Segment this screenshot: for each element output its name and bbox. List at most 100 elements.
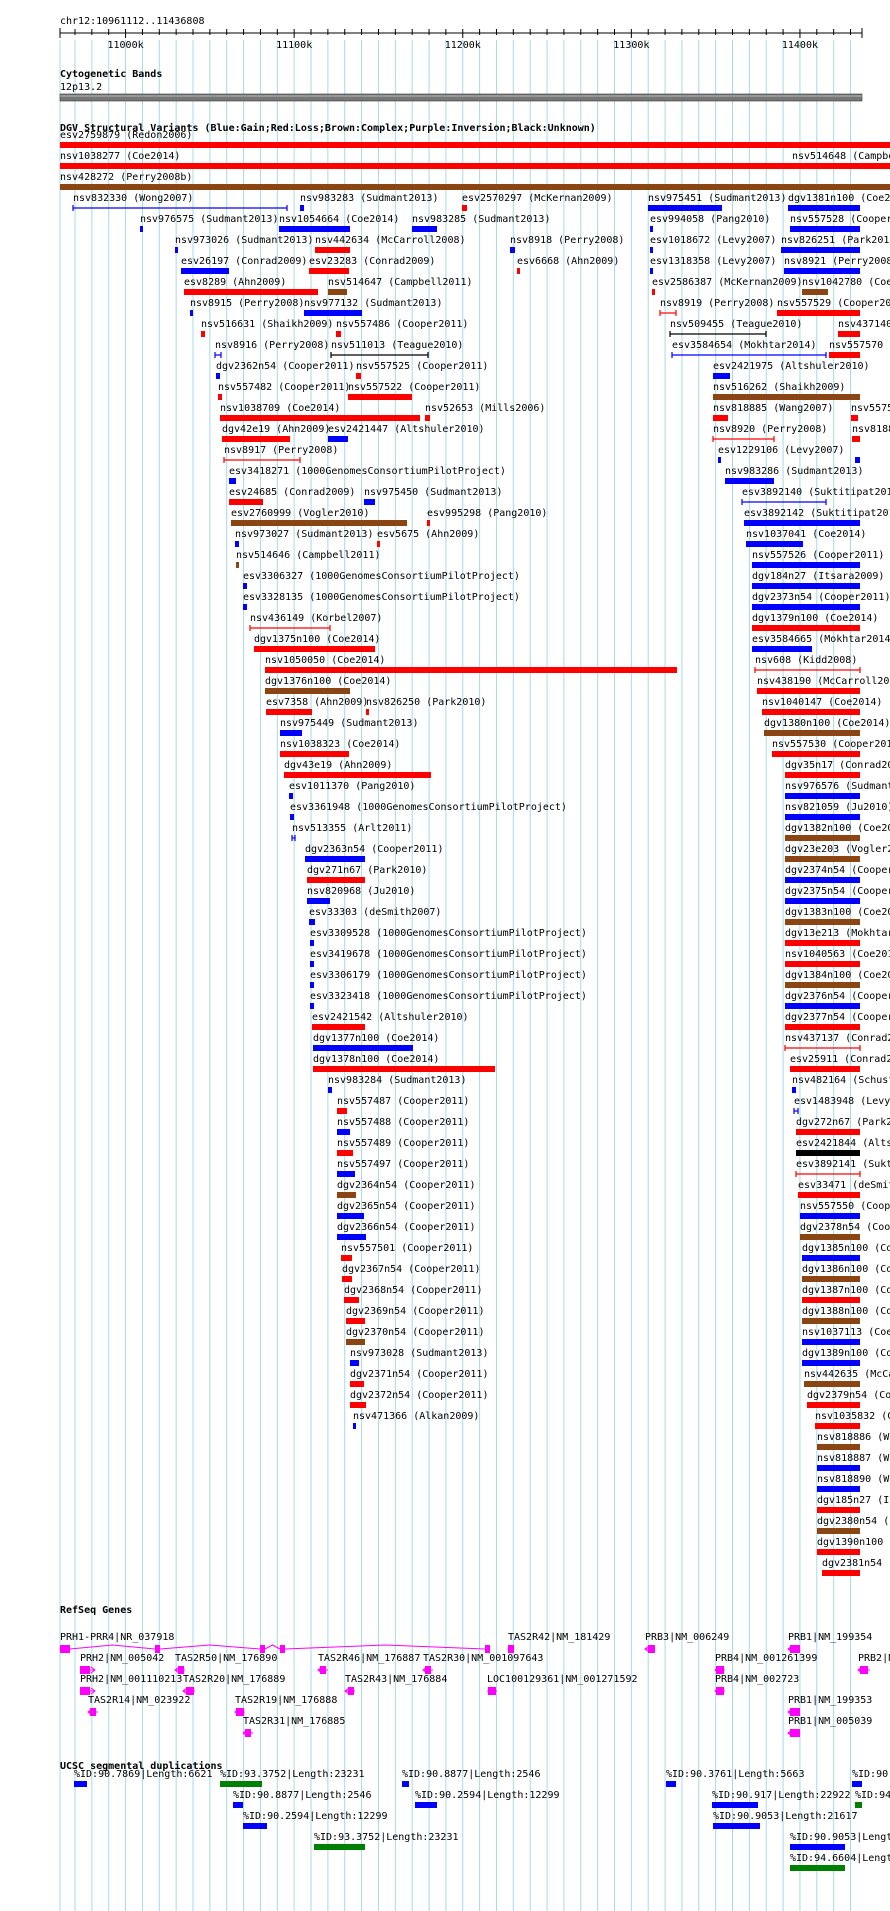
dgv-variant[interactable]: esv1318358 (Levy2007) [650, 256, 776, 274]
refseq-gene[interactable]: TAS2R43|NM_176884 [344, 1674, 447, 1695]
dgv-variant[interactable]: esv3892142 (Suktitipat2014) [744, 508, 890, 526]
refseq-gene[interactable]: TAS2R20|NM_176889 [182, 1674, 285, 1695]
dgv-variant[interactable]: nsv557550 (Cooper2011) [800, 1201, 890, 1219]
refseq-gene[interactable]: TAS2R14|NM_023922 [87, 1695, 190, 1716]
dgv-variant[interactable]: nsv557482 (Cooper2011) [218, 382, 350, 400]
dgv-variant[interactable]: esv3306327 (1000GenomesConsortiumPilotPr… [243, 571, 520, 589]
dgv-variant[interactable]: nsv471366 (Alkan2009) [353, 1411, 479, 1429]
dgv-variant[interactable]: nsv8917 (Perry2008) [223, 445, 338, 463]
dgv-variant[interactable]: nsv975451 (Sudmant2013) [648, 193, 786, 211]
dgv-variant[interactable]: esv23283 (Conrad2009) [309, 256, 435, 274]
dgv-variant[interactable]: nsv973028 (Sudmant2013) [350, 1348, 488, 1366]
dgv-variant[interactable]: nsv557489 (Cooper2011) [337, 1138, 469, 1156]
dgv-variant[interactable]: esv3892141 (Suktitipat2014) [795, 1159, 890, 1177]
refseq-gene[interactable]: TAS2R46|NM_176887 [317, 1653, 420, 1674]
segmental-duplication[interactable]: %ID:90.7869|Length:6621 [74, 1769, 212, 1787]
dgv-variant[interactable]: esv3892140 (Suktitipat2014) [741, 487, 890, 505]
segmental-duplication[interactable]: %ID:94.6604|Length:21617 [790, 1853, 890, 1871]
dgv-variant[interactable]: nsv8915 (Perry2008) [190, 298, 304, 316]
dgv-variant[interactable]: nsv608 (Kidd2008) [754, 655, 861, 673]
dgv-variant[interactable]: nsv482164 (Schuster2010) [792, 1075, 890, 1093]
dgv-variant[interactable]: dgv2378n54 (Cooper2011) [800, 1222, 890, 1240]
dgv-variant[interactable]: dgv1381n100 (Coe2014) [788, 193, 890, 211]
dgv-variant[interactable]: esv994058 (Pang2010) [650, 214, 770, 232]
dgv-variant[interactable]: nsv1054664 (Coe2014) [279, 214, 399, 232]
dgv-variant[interactable]: nsv1038323 (Coe2014) [280, 739, 400, 757]
dgv-variant[interactable]: esv3309528 (1000GenomesConsortiumPilotPr… [310, 928, 587, 946]
dgv-variant[interactable]: esv3361948 (1000GenomesConsortiumPilotPr… [290, 802, 567, 820]
dgv-variant[interactable]: nsv976575 (Sudmant2013) [140, 214, 278, 232]
dgv-variant[interactable]: nsv8916 (Perry2008) [214, 340, 329, 358]
dgv-variant[interactable]: nsv442634 (McCarroll2008) [315, 235, 466, 253]
dgv-variant[interactable]: nsv557525 (Cooper2011) [356, 361, 488, 379]
dgv-variant[interactable]: dgv2367n54 (Cooper2011) [342, 1264, 480, 1282]
dgv-variant[interactable]: nsv437137 (Conrad2006) [784, 1033, 890, 1051]
dgv-variant[interactable]: nsv1040147 (Coe2014) [762, 697, 882, 715]
dgv-variant[interactable]: dgv2364n54 (Cooper2011) [337, 1180, 475, 1198]
dgv-variant[interactable]: dgv13e213 (Mokhtar2014) [785, 928, 890, 946]
dgv-variant[interactable]: nsv1042780 (Coe2014) [802, 277, 890, 295]
dgv-variant[interactable]: dgv2379n54 (Cooper2011) [807, 1390, 890, 1408]
dgv-variant[interactable]: dgv272n67 (Park2010) [796, 1117, 890, 1135]
dgv-variant[interactable]: dgv2369n54 (Cooper2011) [346, 1306, 484, 1324]
dgv-variant[interactable]: nsv52653 (Mills2006) [425, 403, 545, 421]
dgv-variant[interactable]: nsv557528 (Cooper2011) [790, 214, 890, 232]
dgv-variant[interactable]: dgv2374n54 (Cooper2011) [785, 865, 890, 883]
dgv-variant[interactable]: nsv826250 (Park2010) [366, 697, 486, 715]
dgv-variant[interactable]: esv8289 (Ahn2009) [184, 277, 318, 295]
dgv-variant[interactable]: nsv428272 (Perry2008b) [60, 172, 890, 190]
dgv-variant[interactable]: nsv8919 (Perry2008) [659, 298, 774, 316]
dgv-variant[interactable]: esv2421844 (Altshuler2010) [796, 1138, 890, 1156]
dgv-variant[interactable]: nsv1038277 (Coe2014) [60, 151, 890, 169]
segmental-duplication[interactable]: %ID:90.8877|Length:2546 [402, 1769, 540, 1787]
dgv-variant[interactable]: nsv557501 (Cooper2011) [341, 1243, 473, 1261]
dgv-variant[interactable]: dgv1389n100 (Coe2014) [802, 1348, 890, 1366]
segmental-duplication[interactable]: %ID:90.8877|Length:2546 [852, 1769, 890, 1787]
dgv-variant[interactable]: nsv557497 (Cooper2011) [337, 1159, 469, 1177]
refseq-gene[interactable]: PRH1-PRR4|NR_037918 [59, 1632, 490, 1653]
dgv-variant[interactable]: dgv42e19 (Ahn2009) [222, 424, 330, 442]
dgv-variant[interactable]: nsv1040563 (Coe2014) [785, 949, 890, 967]
dgv-variant[interactable]: nsv818887 (Wang2007) [817, 1453, 890, 1471]
dgv-variant[interactable]: dgv2370n54 (Cooper2011) [346, 1327, 484, 1345]
dgv-variant[interactable]: nsv977132 (Sudmant2013) [304, 298, 442, 316]
dgv-variant[interactable]: dgv1383n100 (Coe2014) [785, 907, 890, 925]
dgv-variant[interactable]: dgv1379n100 (Coe2014) [752, 613, 878, 631]
dgv-variant[interactable]: nsv442635 (McCarroll2008) [804, 1369, 890, 1387]
dgv-variant[interactable]: dgv185n27 (Itsara2009) [817, 1495, 890, 1513]
dgv-variant[interactable]: esv1011370 (Pang2010) [289, 781, 415, 799]
dgv-variant[interactable]: esv2421447 (Altshuler2010) [328, 424, 485, 442]
dgv-variant[interactable]: nsv557526 (Cooper2011) [752, 550, 884, 568]
dgv-variant[interactable]: dgv1377n100 (Coe2014) [313, 1033, 439, 1051]
dgv-variant[interactable]: nsv557522 (Cooper2011) [348, 382, 480, 400]
dgv-variant[interactable]: nsv557530 (Cooper2011) [772, 739, 890, 757]
dgv-variant[interactable]: dgv2363n54 (Cooper2011) [305, 844, 443, 862]
dgv-variant[interactable]: dgv1387n100 (Coe2014) [802, 1285, 890, 1303]
dgv-variant[interactable]: esv3418271 (1000GenomesConsortiumPilotPr… [229, 466, 506, 484]
dgv-variant[interactable]: nsv818890 (Wang2007) [817, 1474, 890, 1492]
dgv-variant[interactable]: esv2421975 (Altshuler2010) [713, 361, 870, 379]
segmental-duplication[interactable]: %ID:90.9053|Length:22922 [790, 1832, 890, 1850]
dgv-variant[interactable]: nsv983283 (Sudmant2013) [300, 193, 438, 211]
dgv-variant[interactable]: esv2586387 (McKernan2009) [652, 277, 803, 295]
dgv-variant[interactable]: esv3323418 (1000GenomesConsortiumPilotPr… [310, 991, 587, 1009]
dgv-variant[interactable]: nsv516631 (Shaikh2009) [201, 319, 333, 337]
dgv-variant[interactable]: esv2421542 (Altshuler2010) [312, 1012, 469, 1030]
refseq-gene[interactable]: PRB1|NM_005039 [787, 1716, 872, 1737]
dgv-variant[interactable]: nsv976576 (Sudmant2013) [785, 781, 890, 799]
dgv-variant[interactable]: esv3584665 (Mokhtar2014) [752, 634, 890, 652]
refseq-gene[interactable]: PRH2|NM_001110213 [80, 1674, 182, 1695]
dgv-variant[interactable]: nsv818880 (Wang2007) [852, 424, 890, 442]
dgv-variant[interactable]: esv995298 (Pang2010) [427, 508, 547, 526]
segmental-duplication[interactable]: %ID:90.2594|Length:12299 [415, 1790, 560, 1808]
dgv-variant[interactable]: esv26197 (Conrad2009) [181, 256, 307, 274]
dgv-variant[interactable]: esv1229106 (Levy2007) [718, 445, 844, 463]
dgv-variant[interactable]: dgv2371n54 (Cooper2011) [350, 1369, 488, 1387]
dgv-variant[interactable]: nsv557486 (Cooper2011) [336, 319, 468, 337]
dgv-variant[interactable]: nsv437140 (Conrad2006) [838, 319, 890, 337]
dgv-variant[interactable]: nsv8921 (Perry2008) [784, 256, 890, 274]
dgv-variant[interactable]: nsv983286 (Sudmant2013) [725, 466, 863, 484]
dgv-variant[interactable]: esv3328135 (1000GenomesConsortiumPilotPr… [243, 592, 520, 610]
dgv-variant[interactable]: dgv1380n100 (Coe2014) [764, 718, 890, 736]
dgv-variant[interactable]: nsv511013 (Teague2010) [330, 340, 463, 358]
